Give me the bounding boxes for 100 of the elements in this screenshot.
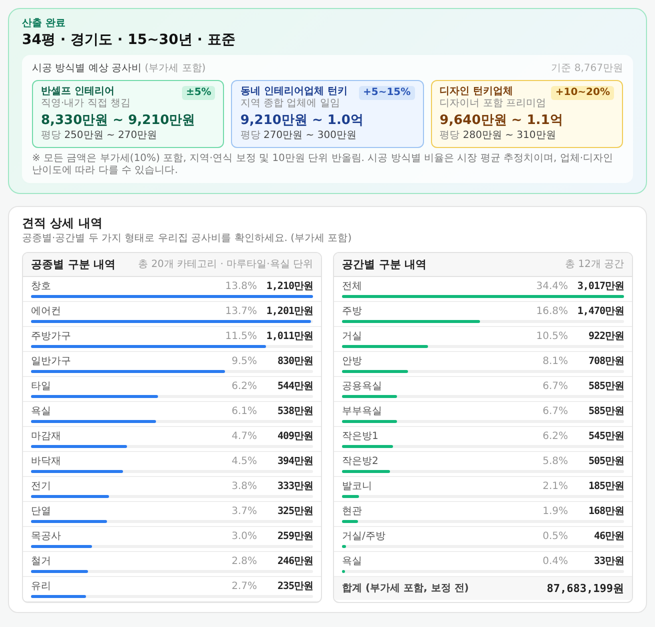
- item-amount: 33만원: [592, 556, 624, 567]
- item-amount: 246만원: [276, 556, 313, 567]
- status-label: 산출 완료: [22, 18, 66, 30]
- option-description: 지역 종합 업체에 일임: [240, 98, 341, 110]
- item-name: 목공사: [31, 531, 62, 542]
- option-name: 디자인 턴키업체: [440, 86, 514, 98]
- item-name: 작은방2: [342, 456, 380, 467]
- item-name: 거실: [342, 331, 363, 342]
- section-title: 견적 상세 내역: [22, 216, 104, 231]
- item-amount: 333만원: [276, 481, 313, 492]
- item-name: 단열: [31, 506, 52, 517]
- item-amount: 585만원: [587, 381, 624, 392]
- per-pyeong-price: 평당 250만원 ~ 270만원: [41, 130, 158, 142]
- item-amount: 708만원: [587, 356, 624, 367]
- item-percent: 0.4%: [542, 556, 568, 567]
- item-amount: 538만원: [276, 406, 313, 417]
- price-range: 9,640만원 ~ 1.1억: [440, 113, 564, 129]
- item-percent: 16.8%: [535, 306, 568, 317]
- item-percent: 6.2%: [542, 431, 568, 442]
- item-amount: 545만원: [587, 431, 624, 442]
- item-percent: 3.8%: [230, 481, 257, 492]
- section-subtitle: 공종별·공간별 두 가지 형태로 우리집 공사비를 확인하세요. (부가세 포함): [22, 233, 353, 245]
- option-description: 디자이너 포함 프리미엄: [440, 98, 546, 110]
- item-amount: 394만원: [276, 456, 313, 467]
- item-percent: 10.5%: [535, 331, 568, 342]
- item-amount: 1,210만원: [265, 281, 313, 292]
- range-badge: +5~15%: [359, 86, 415, 100]
- item-name: 부부욕실: [342, 406, 383, 417]
- panel-meta: 총 12개 공간: [564, 258, 624, 271]
- item-amount: 505만원: [587, 456, 624, 467]
- item-name: 욕실: [31, 406, 52, 417]
- item-name: 발코니: [342, 481, 373, 492]
- item-percent: 4.7%: [230, 431, 257, 442]
- item-amount: 585만원: [587, 406, 624, 417]
- item-name: 창호: [31, 281, 52, 292]
- item-percent: 2.7%: [230, 581, 257, 592]
- item-percent: 13.8%: [224, 281, 257, 292]
- item-amount: 168만원: [587, 506, 624, 517]
- item-percent: 2.1%: [542, 481, 568, 492]
- option-name: 반셀프 인테리어: [41, 86, 116, 98]
- item-percent: 4.5%: [230, 456, 257, 467]
- panel-title: 공간별 구분 내역: [342, 258, 427, 271]
- item-percent: 5.8%: [542, 456, 568, 467]
- item-name: 주방가구: [31, 331, 72, 342]
- item-name: 공용욕실: [342, 381, 383, 392]
- price-range: 9,210만원 ~ 1.0억: [240, 113, 364, 129]
- range-badge: +10~20%: [551, 86, 614, 100]
- item-name: 안방: [342, 356, 363, 367]
- panel-title: 공종별 구분 내역: [31, 258, 116, 271]
- item-percent: 34.4%: [535, 281, 568, 292]
- item-percent: 8.1%: [542, 356, 568, 367]
- item-amount: 544만원: [276, 381, 313, 392]
- item-name: 바닥재: [31, 456, 62, 467]
- item-name: 일반가구: [31, 356, 72, 367]
- item-amount: 185만원: [587, 481, 624, 492]
- item-amount: 259만원: [276, 531, 313, 542]
- item-percent: 9.5%: [230, 356, 257, 367]
- panel-meta: 총 20개 카테고리 · 마루타일·욕실 단위: [138, 258, 313, 271]
- total-label: 합계 (부가세 포함, 보정 전): [342, 582, 469, 595]
- item-percent: 6.7%: [542, 381, 568, 392]
- item-amount: 922만원: [587, 331, 624, 342]
- range-badge: ±5%: [182, 86, 216, 100]
- item-amount: 409만원: [276, 431, 313, 442]
- item-name: 유리: [31, 581, 52, 592]
- total-amount: 87,683,199원: [546, 582, 624, 595]
- item-amount: 830만원: [276, 356, 313, 367]
- item-percent: 6.1%: [230, 406, 257, 417]
- item-amount: 325만원: [276, 506, 313, 517]
- item-percent: 2.8%: [230, 556, 257, 567]
- item-name: 타일: [31, 381, 52, 392]
- item-percent: 3.0%: [230, 531, 257, 542]
- item-percent: 6.2%: [230, 381, 257, 392]
- item-percent: 0.5%: [542, 531, 568, 542]
- item-percent: 3.7%: [230, 506, 257, 517]
- item-name: 전기: [31, 481, 52, 492]
- item-name: 에어컨: [31, 306, 62, 317]
- item-amount: 1,201만원: [265, 306, 313, 317]
- item-amount: 1,011만원: [265, 331, 313, 342]
- option-name: 동네 인테리어업체 턴키: [240, 86, 348, 98]
- item-percent: 11.5%: [224, 331, 257, 342]
- basis-amount: 기준 8,767만원: [551, 62, 623, 75]
- item-amount: 3,017만원: [576, 281, 624, 292]
- item-name: 마감재: [31, 431, 62, 442]
- option-description: 직영·내가 직접 챙김: [41, 98, 131, 110]
- item-amount: 1,470만원: [576, 306, 624, 317]
- item-name: 주방: [342, 306, 363, 317]
- item-percent: 6.7%: [542, 406, 568, 417]
- item-name: 전체: [342, 281, 363, 292]
- estimate-heading: 시공 방식별 예상 공사비 (부가세 포함): [32, 62, 206, 75]
- summary-title: 34평 · 경기도 · 15~30년 · 표준: [22, 32, 236, 49]
- item-percent: 13.7%: [224, 306, 257, 317]
- item-amount: 46만원: [592, 531, 624, 542]
- item-name: 현관: [342, 506, 363, 517]
- per-pyeong-price: 평당 270만원 ~ 300만원: [240, 130, 358, 142]
- per-pyeong-price: 평당 280만원 ~ 310만원: [440, 130, 557, 142]
- item-amount: 235만원: [276, 581, 313, 592]
- item-name: 작은방1: [342, 431, 380, 442]
- price-range: 8,330만원 ~ 9,210만원: [41, 113, 196, 129]
- footnote: ※ 모든 금액은 부가세(10%) 포함, 지역·연식 보정 및 10만원 단위 반올림. 시공 방식별 비율은 시장 평균 추정치이며, 업체·디자인 난이도에 따라 다를 수 있습니다.: [32, 153, 614, 177]
- item-name: 욕실: [342, 556, 363, 567]
